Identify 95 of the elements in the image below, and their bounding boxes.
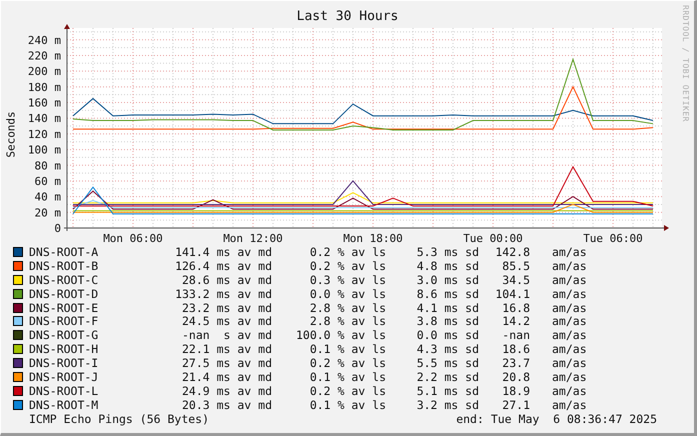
sd-value: 5.1 ms sd [416,384,479,398]
ratio-value: 104.1 [494,286,530,301]
legend-name: DNS-ROOT-J [28,370,100,384]
y-tick-label: 100 m [28,144,61,157]
legend-name: DNS-ROOT-M [28,398,100,412]
ratio-value: 18.6 [501,342,530,356]
median-value: 28.6 ms av md [180,272,272,287]
median-value: -nan s av md [180,328,272,342]
ratio-unit: am/as [551,258,588,273]
loss-value: 0.2 % av ls [308,356,386,370]
watermark-text: RRDTOOL / TOBI OETIKER [681,5,690,122]
median-value: 27.5 ms av md [180,356,272,370]
y-axis-label: Seconds [5,111,18,158]
legend-name: DNS-ROOT-E [28,300,100,315]
legend-name: DNS-ROOT-B [28,258,100,273]
ratio-unit: am/as [551,342,588,356]
ratio-unit: am/as [551,300,588,315]
ratio-value: 14.2 [501,314,530,328]
median-value: 23.2 ms av md [180,300,272,315]
loss-value: 0.1 % av ls [308,370,386,384]
median-value: 21.4 ms av md [180,370,272,384]
median-value: 126.4 ms av md [174,258,272,273]
ratio-value: -nan [501,328,530,342]
legend-name: DNS-ROOT-F [28,314,100,328]
y-tick-label: 200 m [28,65,61,78]
median-value: 141.4 ms av md [174,245,272,259]
sd-value: 2.2 ms sd [416,370,479,384]
legend-name: DNS-ROOT-C [28,272,100,287]
legend-name: DNS-ROOT-G [28,328,100,342]
sd-value: 3.0 ms sd [416,272,479,287]
sd-value: 8.6 ms sd [416,286,479,301]
ratio-value: 85.5 [501,258,530,273]
end-time: end: Tue May 6 08:36:47 2025 [456,412,657,426]
ratio-unit: am/as [551,245,588,259]
ratio-unit: am/as [551,370,588,384]
loss-value: 0.1 % av ls [308,398,386,412]
y-tick-label: 220 m [28,49,61,62]
x-tick-label: Tue 06:00 [583,232,643,245]
y-tick-label: 80 m [34,159,61,172]
ratio-unit: am/as [551,398,588,412]
sd-value: 4.3 ms sd [416,342,479,356]
median-value: 133.2 ms av md [174,286,272,301]
sd-value: 3.8 ms sd [416,314,479,328]
ratio-value: 23.7 [501,356,530,370]
x-tick-label: Mon 18:00 [343,232,403,245]
chart-title: Last 30 Hours [296,9,398,24]
sd-value: 4.8 ms sd [416,258,479,273]
x-tick-label: Mon 12:00 [223,232,283,245]
loss-value: 100.0 % av ls [294,328,386,342]
legend-name: DNS-ROOT-D [28,286,100,301]
y-tick-label: 40 m [34,190,61,204]
y-tick-label: 0 [54,222,61,235]
sd-value: 0.0 ms sd [416,328,479,342]
y-tick-label: 160 m [28,96,61,110]
x-tick-label: Mon 06:00 [103,232,163,245]
ratio-value: 142.8 [494,245,530,259]
median-value: 24.5 ms av md [180,314,272,328]
y-tick-label: 180 m [28,80,61,94]
loss-value: 0.2 % av ls [308,384,386,398]
loss-value: 0.3 % av ls [308,272,386,287]
legend-name: DNS-ROOT-A [28,245,100,259]
ratio-unit: am/as [551,356,588,370]
legend-name: DNS-ROOT-L [28,384,100,398]
ratio-unit: am/as [551,314,588,328]
ratio-value: 18.9 [501,384,530,398]
sd-value: 3.2 ms sd [416,398,479,412]
ratio-value: 20.8 [501,370,530,384]
y-tick-label: 60 m [34,174,61,188]
loss-value: 2.8 % av ls [308,314,386,328]
loss-value: 0.2 % av ls [308,245,386,259]
ratio-value: 34.5 [501,272,530,287]
legend-name: DNS-ROOT-I [28,356,100,370]
median-value: 20.3 ms av md [180,398,272,412]
y-tick-label: 240 m [28,34,61,47]
x-tick-label: Tue 00:00 [463,232,523,245]
ratio-unit: am/as [551,272,588,287]
ratio-unit: am/as [551,328,588,342]
median-value: 22.1 ms av md [180,342,272,356]
y-tick-label: 120 m [28,128,61,141]
ratio-value: 16.8 [501,300,530,315]
sd-value: 5.3 ms sd [416,245,479,259]
legend-name: DNS-ROOT-H [28,342,100,356]
y-tick-label: 20 m [34,206,61,220]
median-value: 24.9 ms av md [180,384,272,398]
loss-value: 0.1 % av ls [308,342,386,356]
ratio-value: 27.1 [501,398,530,412]
ratio-unit: am/as [551,286,588,301]
ratio-unit: am/as [551,384,588,398]
loss-value: 2.8 % av ls [308,300,386,315]
probe-label: ICMP Echo Pings (56 Bytes) [29,412,210,426]
loss-value: 0.0 % av ls [308,286,386,301]
y-tick-label: 140 m [28,112,61,126]
sd-value: 5.5 ms sd [416,356,479,370]
sd-value: 4.1 ms sd [416,300,479,315]
loss-value: 0.2 % av ls [308,258,386,273]
